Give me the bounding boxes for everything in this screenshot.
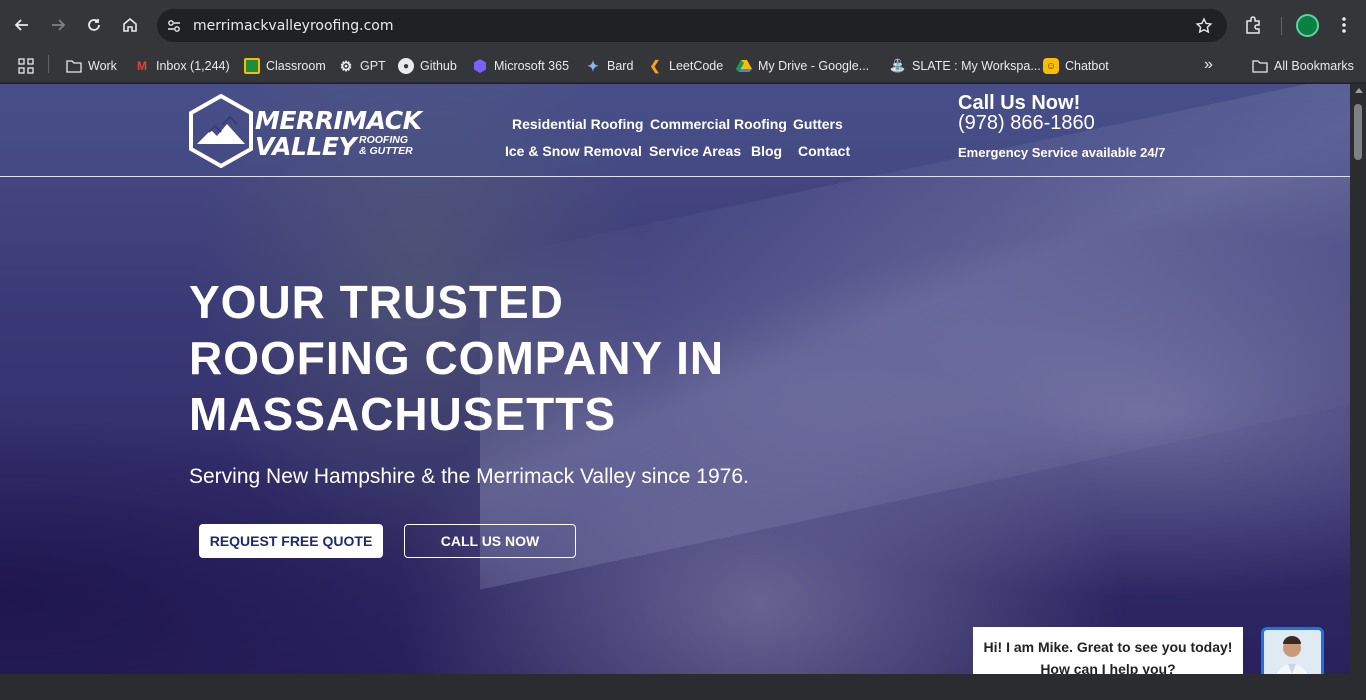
logo-hexagon-icon: [189, 94, 253, 168]
web-page: MERRIMACK VALLEY ROOFING & GUTTER Residen…: [0, 84, 1350, 674]
bookmark-slate[interactable]: ⛲ SLATE : My Workspa...: [890, 55, 1041, 77]
bookmark-label: Chatbot: [1065, 59, 1109, 73]
reload-icon: [88, 19, 100, 31]
profile-avatar-icon[interactable]: [1296, 14, 1319, 37]
site-header: MERRIMACK VALLEY ROOFING & GUTTER Residen…: [0, 84, 1350, 177]
logo-subtitle: ROOFING & GUTTER: [359, 135, 413, 157]
phone-number-link[interactable]: (978) 866-1860: [958, 112, 1095, 135]
url-text[interactable]: merrimackvalleyroofing.com: [193, 18, 393, 34]
apps-grid-icon[interactable]: [18, 58, 34, 74]
nav-ice-snow-removal[interactable]: Ice & Snow Removal: [505, 143, 642, 159]
call-us-now-button[interactable]: CALL US NOW: [404, 524, 576, 558]
microsoft365-icon: [472, 58, 488, 74]
bookmark-leetcode[interactable]: ❮ LeetCode: [647, 55, 724, 77]
nav-service-areas[interactable]: Service Areas: [649, 143, 741, 159]
home-icon: [123, 17, 137, 32]
site-logo[interactable]: MERRIMACK VALLEY ROOFING & GUTTER: [189, 92, 429, 170]
logo-word-valley: VALLEY: [255, 132, 357, 161]
address-bar[interactable]: merrimackvalleyroofing.com: [157, 9, 1227, 42]
bookmark-inbox[interactable]: M Inbox (1,244): [134, 55, 230, 77]
hero-title-line: MASSACHUSETTS: [189, 388, 617, 440]
site-info-icon[interactable]: [165, 17, 183, 35]
hero-subtitle: Serving New Hampshire & the Merrimack Va…: [189, 465, 749, 488]
bookmark-label: Classroom: [266, 59, 326, 73]
page-scrollbar[interactable]: [1350, 84, 1366, 674]
window-bottom-edge: [0, 674, 1366, 700]
chatbot-icon: ☺: [1043, 58, 1059, 74]
github-icon: ●: [398, 58, 414, 74]
bookmark-label: Microsoft 365: [494, 59, 570, 73]
hero-title-line: ROOFING COMPANY IN: [189, 332, 725, 384]
bookmark-label: My Drive - Google...: [758, 59, 870, 73]
chat-greeting-line: Hi! I am Mike. Great to see you today!: [983, 639, 1233, 655]
chat-agent-avatar[interactable]: [1261, 627, 1324, 674]
logo-word-merrimack: MERRIMACK: [255, 106, 422, 135]
home-button[interactable]: [117, 12, 143, 38]
bookmark-bard[interactable]: ✦ Bard: [585, 55, 633, 77]
browser-menu-icon[interactable]: [1336, 15, 1352, 35]
bookmarks-bar: Work M Inbox (1,244) Classroom ⚙ GPT ● G…: [0, 50, 1366, 83]
more-bookmarks-chevron-icon[interactable]: »: [1204, 56, 1213, 74]
folder-icon: [1252, 58, 1268, 74]
nav-commercial-roofing[interactable]: Commercial Roofing: [650, 116, 787, 132]
extensions-icon[interactable]: [1244, 15, 1264, 35]
gmail-icon: M: [137, 59, 147, 73]
scrollbar-thumb[interactable]: [1354, 104, 1362, 160]
gpt-icon: ⚙: [339, 57, 353, 74]
bookmark-chatbot[interactable]: ☺ Chatbot: [1043, 55, 1109, 77]
bookmark-label: GPT: [360, 59, 386, 73]
nav-contact[interactable]: Contact: [798, 143, 850, 159]
bookmark-label: LeetCode: [669, 59, 724, 73]
nav-blog[interactable]: Blog: [751, 143, 782, 159]
scroll-up-arrow-icon[interactable]: [1355, 88, 1363, 93]
bookmark-label: Bard: [607, 59, 634, 73]
chat-agent-portrait-icon: [1264, 630, 1321, 674]
hero-title: YOUR TRUSTED ROOFING COMPANY IN MASSACHU…: [189, 274, 889, 442]
nav-residential-roofing[interactable]: Residential Roofing: [512, 116, 643, 132]
bookmark-microsoft365[interactable]: Microsoft 365: [472, 55, 569, 77]
bookmark-github[interactable]: ● Github: [398, 55, 457, 77]
forward-arrow-icon: [52, 19, 66, 31]
all-bookmarks-label: All Bookmarks: [1274, 59, 1354, 73]
bookmark-label: Github: [420, 59, 457, 73]
drive-icon: [736, 58, 752, 74]
chat-greeting-line: How can I help you?: [1040, 661, 1176, 674]
slate-icon: ⛲: [889, 58, 907, 73]
all-bookmarks-button[interactable]: All Bookmarks: [1252, 55, 1354, 77]
emergency-service-note: Emergency Service available 24/7: [958, 145, 1166, 160]
bookmark-star-icon[interactable]: [1195, 17, 1213, 35]
request-free-quote-button[interactable]: REQUEST FREE QUOTE: [199, 524, 383, 558]
bard-icon: ✦: [587, 57, 599, 74]
back-button[interactable]: [9, 12, 35, 38]
bookmark-work[interactable]: Work: [66, 55, 117, 77]
reload-button[interactable]: [81, 12, 107, 38]
bookmark-label: Work: [88, 59, 117, 73]
classroom-icon: [244, 58, 260, 74]
leetcode-icon: ❮: [649, 58, 661, 73]
chat-greeting-bubble[interactable]: Hi! I am Mike. Great to see you today! H…: [973, 627, 1243, 674]
forward-button[interactable]: [45, 12, 71, 38]
hero-title-line: YOUR TRUSTED: [189, 276, 564, 328]
toolbar-divider: [1281, 17, 1282, 35]
nav-gutters[interactable]: Gutters: [793, 116, 843, 132]
back-arrow-icon: [14, 19, 28, 31]
bookmark-drive[interactable]: My Drive - Google...: [736, 55, 869, 77]
bookmark-gpt[interactable]: ⚙ GPT: [338, 55, 386, 77]
bookmark-label: Inbox (1,244): [156, 59, 230, 73]
folder-icon: [66, 58, 82, 74]
bookmark-label: SLATE : My Workspa...: [912, 59, 1041, 73]
browser-toolbar: merrimackvalleyroofing.com: [0, 0, 1366, 50]
bookmark-classroom[interactable]: Classroom: [244, 55, 326, 77]
bookmarks-divider: [48, 55, 49, 73]
logo-sub-gutter: & GUTTER: [359, 145, 413, 157]
